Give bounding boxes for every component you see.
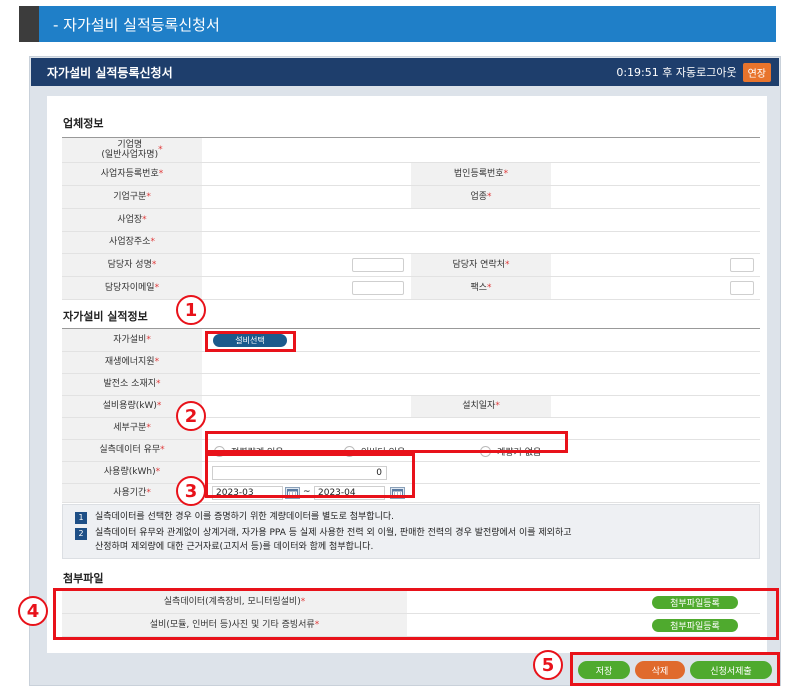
manager-email-field[interactable]: [352, 281, 404, 295]
banner-accent: [19, 6, 39, 42]
notice-number: 1: [75, 512, 87, 524]
highlight-box: [205, 331, 296, 352]
row-source: 재생에너지원 *: [62, 352, 760, 374]
notice-item: 2 실측데이터 유무와 관계없이 상계거래, 자가용 PPA 등 실제 사용한 …: [75, 526, 572, 555]
row-company-name: 기업명 (일반사업자명) *: [62, 138, 760, 163]
page: - 자가설비 실적등록신청서 자가설비 실적등록신청서 0:19:51 후 자동…: [0, 0, 793, 696]
label-manager-phone: 담당자 연락처 *: [411, 254, 551, 276]
notice-item: 1 실측데이터를 선택한 경우 이를 증명하기 위한 계량데이터를 별도로 첨부…: [75, 510, 394, 524]
row-address: 사업장주소 *: [62, 232, 760, 254]
label-address: 사업장주소 *: [62, 232, 202, 253]
label-fax: 팩스 *: [411, 277, 551, 299]
row-facility: 자가설비 * 설비선택: [62, 329, 760, 352]
row-biz-no: 사업자등록번호 * 법인등록번호 *: [62, 163, 760, 186]
callout-2: 2: [176, 401, 206, 431]
row-site: 사업장 *: [62, 209, 760, 232]
window-header: 자가설비 실적등록신청서 0:19:51 후 자동로그아웃 연장: [31, 58, 779, 86]
window-title: 자가설비 실적등록신청서: [47, 65, 173, 80]
top-banner: - 자가설비 실적등록신청서: [19, 6, 776, 42]
highlight-box: [205, 453, 415, 498]
facility-section-title: 자가설비 실적정보: [63, 310, 148, 323]
label-company-name: 기업명 (일반사업자명) *: [62, 138, 202, 162]
callout-5: 5: [533, 650, 563, 680]
row-location: 발전소 소재지 *: [62, 374, 760, 396]
manager-name-field[interactable]: [352, 258, 404, 272]
notice-text: 실측데이터를 선택한 경우 이를 증명하기 위한 계량데이터를 별도로 첨부합니…: [95, 512, 394, 522]
extend-session-button[interactable]: 연장: [742, 62, 771, 82]
label-company-type: 기업구분 *: [62, 186, 202, 208]
callout-4: 4: [18, 596, 48, 626]
company-section-title: 업체정보: [63, 117, 104, 130]
auto-logout-timer: 0:19:51 후 자동로그아웃: [616, 66, 737, 79]
label-biz-no: 사업자등록번호 *: [62, 163, 202, 185]
callout-1: 1: [176, 295, 206, 325]
notice-box: 1 실측데이터를 선택한 경우 이를 증명하기 위한 계량데이터를 별도로 첨부…: [62, 504, 760, 559]
label-facility: 자가설비 *: [62, 329, 202, 351]
highlight-box: [570, 652, 780, 686]
label-plant-location: 발전소 소재지 *: [62, 374, 202, 395]
label-industry: 업종 *: [411, 186, 551, 208]
highlight-box: [53, 588, 779, 640]
label-install-date: 설치일자 *: [411, 396, 551, 417]
row-capacity: 설비용량(kW) * 설치일자 *: [62, 396, 760, 418]
fax-field[interactable]: [730, 281, 754, 295]
row-email: 담당자이메일 * 팩스 *: [62, 277, 760, 300]
label-site: 사업장 *: [62, 209, 202, 231]
manager-phone-field[interactable]: [730, 258, 754, 272]
label-manager-email: 담당자이메일 *: [62, 277, 202, 299]
highlight-box: [205, 431, 568, 453]
label-manager-name: 담당자 성명 *: [62, 254, 202, 276]
banner-title: - 자가설비 실적등록신청서: [53, 15, 220, 34]
label-corp-no: 법인등록번호 *: [411, 163, 551, 185]
row-manager: 담당자 성명 * 담당자 연락처 *: [62, 254, 760, 277]
row-company-type: 기업구분 * 업종 *: [62, 186, 760, 209]
label-energy-source: 재생에너지원 *: [62, 352, 202, 373]
label-measure-data: 실측데이터 유무 *: [62, 440, 202, 461]
notice-number: 2: [75, 528, 87, 540]
callout-3: 3: [176, 476, 206, 506]
attachment-section-title: 첨부파일: [63, 572, 104, 585]
notice-text: 실측데이터 유무와 관계없이 상계거래, 자가용 PPA 등 실제 사용한 전력…: [95, 528, 572, 553]
